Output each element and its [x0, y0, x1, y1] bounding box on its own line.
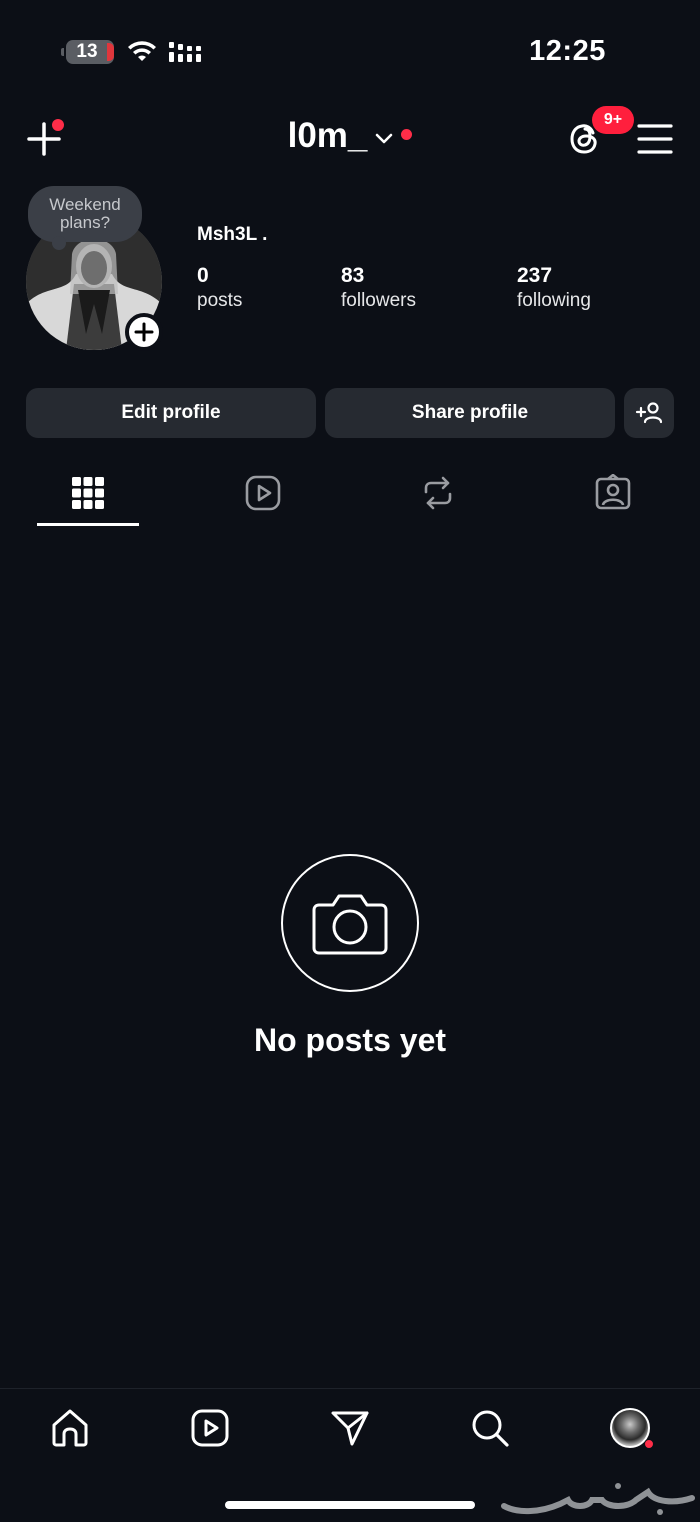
reels-icon[interactable]	[190, 1408, 230, 1448]
haraj-watermark-logo	[501, 1483, 695, 1515]
share-profile-button[interactable]: Share profile	[325, 388, 615, 438]
home-icon[interactable]	[50, 1408, 90, 1448]
wifi-icon	[128, 41, 156, 61]
threads-badge: 9+	[592, 106, 634, 134]
account-notification-dot	[401, 128, 413, 140]
menu-icon[interactable]	[636, 122, 674, 156]
clock: 12:25	[529, 35, 606, 67]
followers-stat[interactable]: 83 followers	[341, 264, 416, 312]
bottom-nav-divider	[0, 1388, 700, 1389]
followers-label: followers	[341, 290, 416, 311]
profile-notification-dot	[644, 1439, 654, 1449]
followers-count: 83	[341, 264, 365, 287]
posts-label: posts	[197, 290, 243, 311]
battery-level: 13	[76, 41, 98, 62]
grid-icon[interactable]	[70, 475, 106, 511]
reels-tab-icon[interactable]	[244, 474, 282, 512]
following-stat[interactable]: 237 following	[517, 264, 591, 312]
add-person-icon	[635, 402, 663, 424]
plus-icon	[134, 322, 154, 342]
empty-state-message: No posts yet	[253, 1022, 447, 1058]
tagged-icon[interactable]	[594, 474, 632, 512]
battery-indicator: 13	[61, 40, 114, 64]
display-name: Msh3L .	[197, 224, 268, 245]
following-count: 237	[517, 264, 553, 287]
discover-people-button[interactable]	[624, 388, 674, 438]
edit-profile-button[interactable]: Edit profile	[26, 388, 316, 438]
reposts-icon[interactable]	[420, 474, 456, 512]
add-story-button[interactable]	[125, 313, 163, 351]
profile-note[interactable]: Weekend plans?	[28, 186, 142, 250]
posts-stat[interactable]: 0 posts	[197, 264, 242, 312]
camera-icon	[312, 894, 388, 955]
messages-icon[interactable]	[330, 1408, 370, 1448]
home-indicator[interactable]	[225, 1501, 475, 1509]
following-label: following	[517, 290, 591, 311]
search-icon[interactable]	[470, 1408, 510, 1448]
posts-count: 0	[197, 264, 209, 287]
cellular-signal-icon	[169, 42, 201, 62]
empty-state-circle	[281, 854, 419, 992]
chevron-down-icon	[376, 133, 393, 144]
username: l0m_	[287, 116, 368, 155]
active-tab-indicator	[37, 523, 139, 526]
